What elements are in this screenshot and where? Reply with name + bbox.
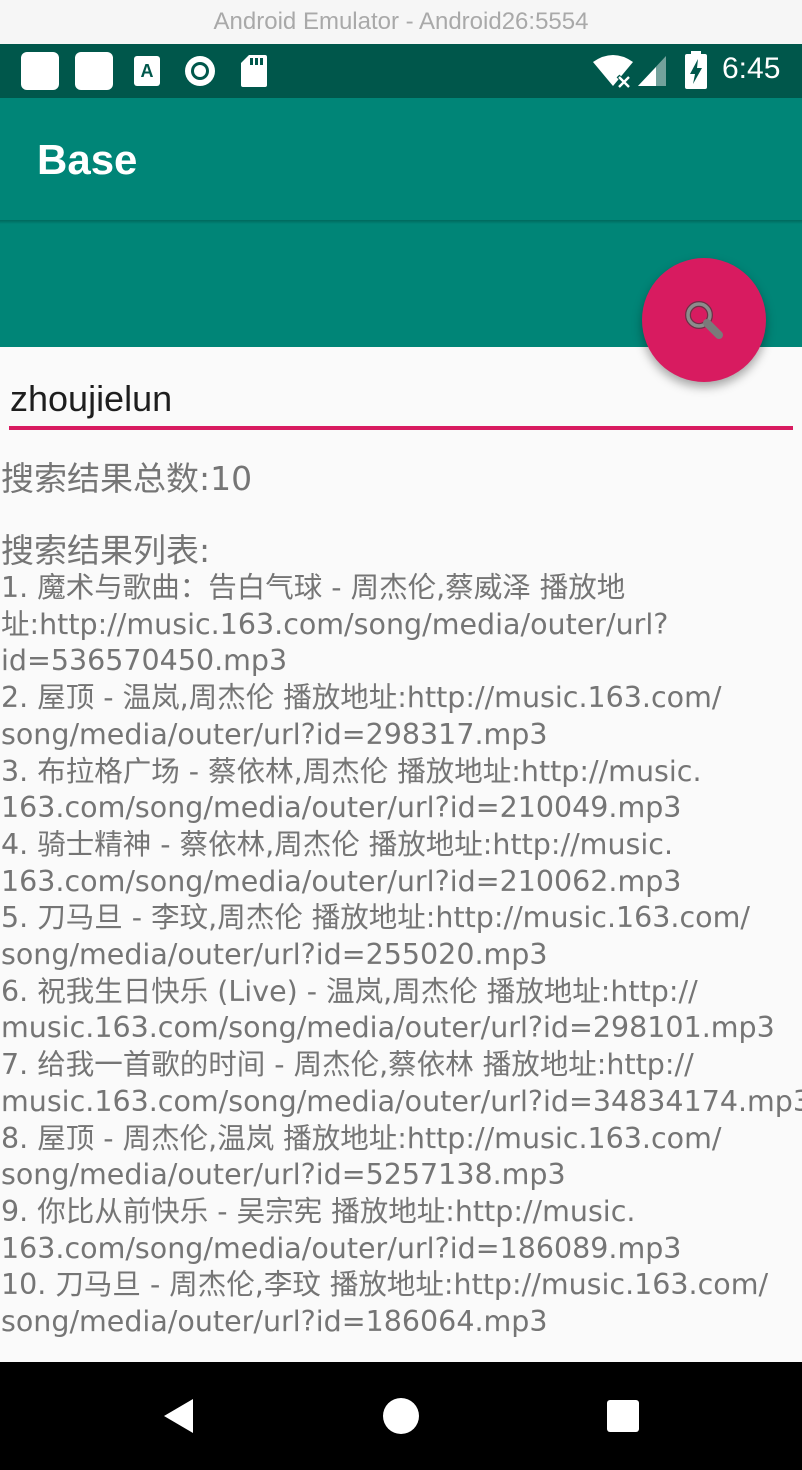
result-line: 7. 给我一首歌的时间 - 周杰伦,蔡依林 播放地址:http://: [1, 1048, 694, 1082]
app-bar: Base: [0, 98, 802, 220]
recents-icon[interactable]: [605, 1398, 641, 1434]
result-line: 2. 屋顶 - 温岚,周杰伦 播放地址:http://music.163.com…: [1, 681, 722, 715]
result-line: 6. 祝我生日快乐 (Live) - 温岚,周杰伦 播放地址:http://: [1, 974, 698, 1008]
search-input[interactable]: [9, 372, 793, 430]
a-badge-text: A: [140, 60, 154, 81]
result-line: 163.com/song/media/outer/url?id=210049.m…: [1, 791, 682, 825]
sd-card-icon: [241, 55, 267, 87]
result-line: song/media/outer/url?id=255020.mp3: [1, 938, 548, 972]
home-icon[interactable]: [381, 1396, 421, 1436]
window-title-text: Android Emulator - Android26:5554: [213, 8, 589, 35]
result-line: 1. 魔术与歌曲：告白气球 - 周杰伦,蔡威泽 播放地: [1, 571, 626, 604]
result-line: song/media/outer/url?id=5257138.mp3: [1, 1158, 566, 1192]
back-icon[interactable]: [160, 1396, 200, 1436]
result-total-label: 搜索结果总数:10: [1, 459, 253, 498]
signal-icon: [638, 56, 666, 86]
result-line: 10. 刀马旦 - 周杰伦,李玟 播放地址:http://music.163.c…: [1, 1268, 769, 1302]
result-line: 3. 布拉格广场 - 蔡依林,周杰伦 播放地址:http://music.: [1, 754, 702, 788]
result-line: 9. 你比从前快乐 - 吴宗宪 播放地址:http://music.: [1, 1194, 636, 1228]
result-line: 5. 刀马旦 - 李玟,周杰伦 播放地址:http://music.163.co…: [1, 901, 750, 935]
result-line: 址:http://music.163.com/song/media/outer/…: [1, 607, 669, 641]
record-icon: [185, 56, 215, 86]
search-fab[interactable]: [642, 258, 766, 382]
result-list-label: 搜索结果列表:: [1, 531, 211, 570]
result-line: 163.com/song/media/outer/url?id=186089.m…: [1, 1231, 682, 1265]
result-line: music.163.com/song/media/outer/url?id=29…: [1, 1011, 775, 1045]
result-list: 1. 魔术与歌曲：告白气球 - 周杰伦,蔡威泽 播放地 址:http://musi…: [1, 570, 802, 1341]
result-line: id=536570450.mp3: [1, 644, 288, 678]
notification-square-icon: [75, 52, 113, 90]
wifi-icon: [593, 55, 633, 88]
app-title: Base: [37, 136, 138, 183]
a-badge-icon: A: [134, 56, 160, 86]
status-bar: A 6:45: [0, 44, 802, 98]
notification-square-icon: [21, 52, 59, 90]
result-line: 8. 屋顶 - 周杰伦,温岚 播放地址:http://music.163.com…: [1, 1121, 722, 1155]
result-line: song/media/outer/url?id=298317.mp3: [1, 717, 548, 751]
result-line: music.163.com/song/media/outer/url?id=34…: [1, 1084, 802, 1118]
result-line: song/media/outer/url?id=186064.mp3: [1, 1305, 548, 1339]
window-title: Android Emulator - Android26:5554: [0, 0, 802, 44]
navigation-bar: [0, 1362, 802, 1470]
search-icon: [685, 301, 723, 339]
result-line: 4. 骑士精神 - 蔡依林,周杰伦 播放地址:http://music.: [1, 827, 674, 861]
result-line: 163.com/song/media/outer/url?id=210062.m…: [1, 864, 682, 898]
status-clock: 6:45: [722, 52, 781, 85]
battery-charging-icon: [685, 51, 707, 89]
